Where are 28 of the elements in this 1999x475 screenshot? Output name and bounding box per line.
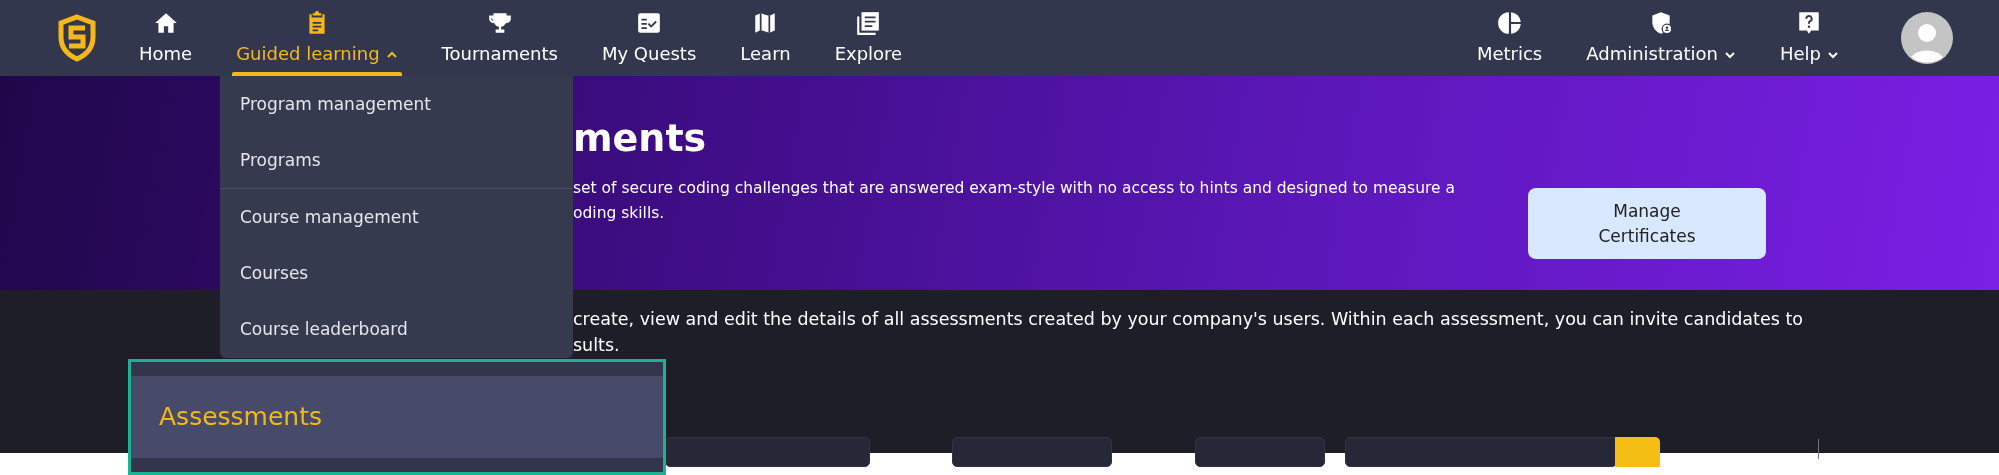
page-title: ments [573,118,708,160]
nav-tab[interactable]: Help [1757,0,1861,76]
intro-text: create, view and edit the details of all assessments created by your company's users. Within each assessment, you can invite candidates to sults. [573,308,1804,357]
menu-item[interactable]: Assessments [131,376,663,458]
nav-tab[interactable]: Explore [812,0,925,76]
document-stack-icon [855,9,882,36]
nav-tab[interactable]: Metrics [1454,0,1565,76]
nav-tab[interactable]: Guided learning [214,0,420,76]
nav-tab[interactable]: Tournaments [419,0,580,76]
menu-item[interactable]: Course leaderboard [220,301,573,357]
avatar-icon[interactable] [1901,12,1953,64]
nav-tab[interactable]: Administration [1564,0,1758,76]
nav-tab[interactable]: Learn [718,0,813,76]
filter-field[interactable] [665,437,870,467]
menu-item[interactable]: Courses [220,245,573,301]
pie-chart-icon [1496,9,1523,36]
menu-item[interactable]: Course management [220,189,573,245]
status-dropdown[interactable] [952,437,1112,467]
nav-tab[interactable]: My Quests [579,0,719,76]
logo-icon[interactable] [57,14,97,62]
nav-tab[interactable]: Home [117,0,215,76]
manage-certificates-button[interactable]: Manage Certificates [1528,188,1766,259]
menu-item[interactable]: Program management [220,76,573,132]
banner-description: set of secure coding challenges that are answered exam-style with no access to hints and designed to measure a oding skills. [573,177,1456,224]
search-button[interactable] [1615,437,1660,467]
search-field[interactable] [1345,437,1617,467]
type-dropdown[interactable] [1195,437,1325,467]
menu-item[interactable]: Programs [220,132,573,188]
